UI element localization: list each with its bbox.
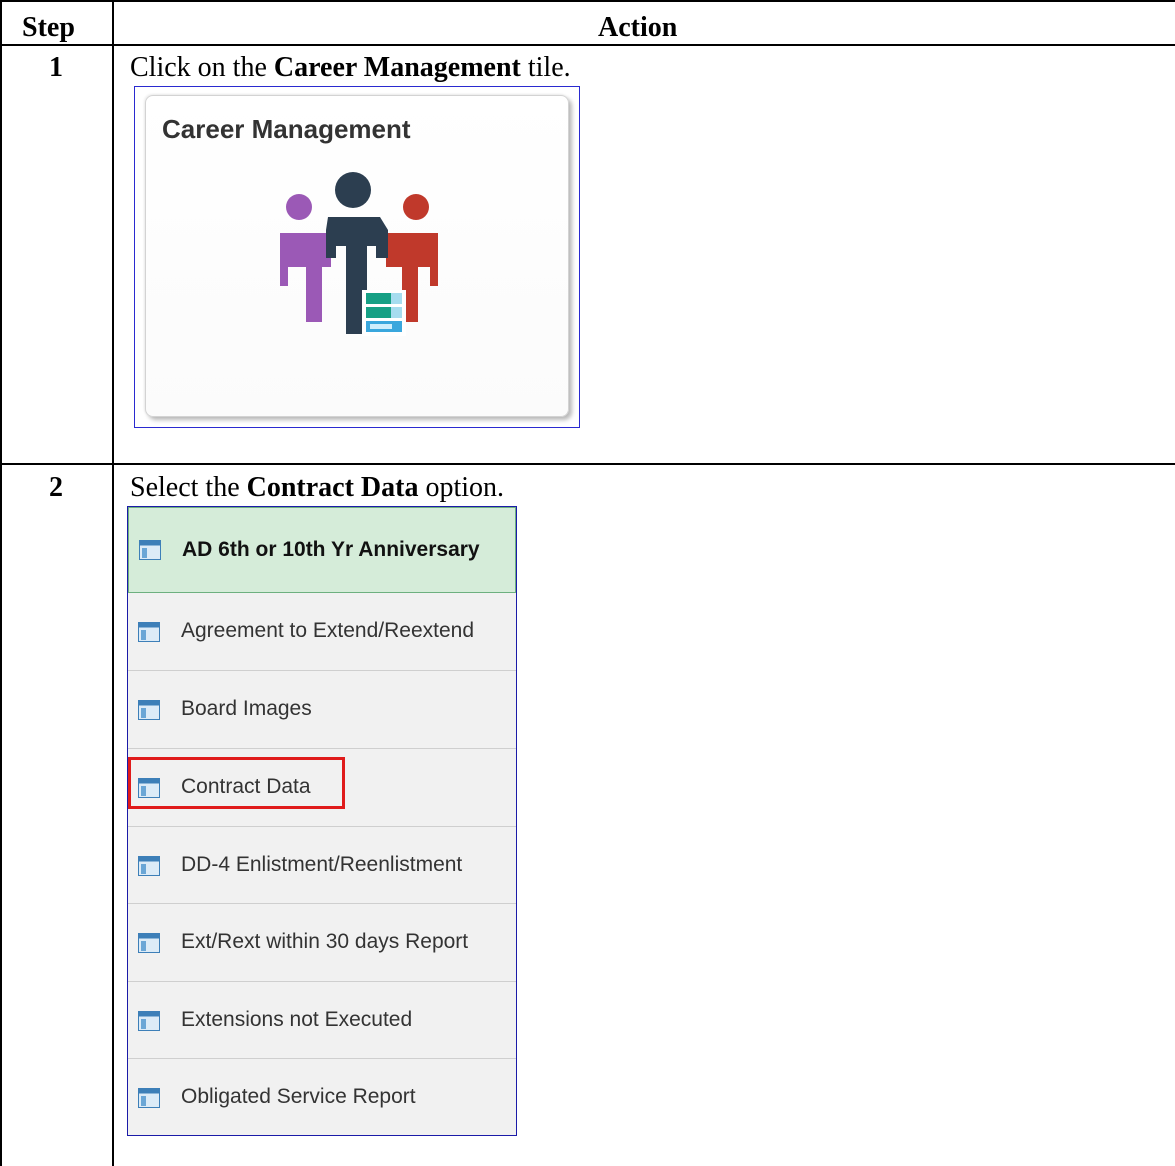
- instruction-emphasis: Career Management: [273, 52, 521, 83]
- menu-item-agreement-to-extend[interactable]: Agreement to Extend/Reextend: [128, 593, 516, 671]
- page-icon: [138, 1011, 160, 1031]
- instruction-text: Click on the: [130, 52, 274, 83]
- row-divider: [0, 463, 1175, 465]
- step-1-instruction: Click on the Career Management tile.: [130, 52, 571, 84]
- column-divider: [112, 0, 114, 1166]
- header-action: Action: [598, 12, 678, 43]
- menu-item-ext-rext-report[interactable]: Ext/Rext within 30 days Report: [128, 904, 516, 982]
- menu-item-extensions-not-executed[interactable]: Extensions not Executed: [128, 982, 516, 1059]
- menu-item-label: Board Images: [181, 697, 312, 720]
- menu-item-label: DD-4 Enlistment/Reenlistment: [181, 853, 463, 876]
- menu-item-obligated-service-report[interactable]: Obligated Service Report: [128, 1059, 516, 1135]
- menu-item-label: Ext/Rext within 30 days Report: [181, 930, 469, 953]
- instruction-text: option.: [418, 472, 505, 503]
- career-people-icon: [280, 172, 438, 336]
- page-icon: [138, 856, 160, 876]
- menu-item-label: AD 6th or 10th Yr Anniversary: [182, 538, 480, 561]
- instruction-text: tile.: [520, 52, 571, 83]
- instruction-text: Select the: [130, 472, 247, 503]
- instruction-emphasis: Contract Data: [246, 472, 419, 503]
- career-management-tile[interactable]: Career Management: [145, 95, 569, 417]
- career-management-menu: AD 6th or 10th Yr Anniversary Agreement …: [127, 506, 517, 1136]
- page-icon: [138, 1088, 160, 1108]
- tile-screenshot-frame: Career Management: [134, 86, 580, 428]
- table-border-top: [0, 0, 1175, 2]
- menu-item-ad-anniversary[interactable]: AD 6th or 10th Yr Anniversary: [128, 507, 516, 593]
- page-icon: [139, 540, 161, 560]
- page-icon: [138, 622, 160, 642]
- menu-item-board-images[interactable]: Board Images: [128, 671, 516, 749]
- menu-item-label: Extensions not Executed: [181, 1008, 413, 1031]
- step-2-instruction: Select the Contract Data option.: [130, 472, 504, 504]
- instruction-table: Step Action 1 Click on the Career Manage…: [0, 0, 1175, 1166]
- table-border-left: [0, 0, 2, 1166]
- header-row-divider: [0, 44, 1175, 46]
- step-number-2: 2: [49, 472, 63, 503]
- menu-item-dd4-enlistment[interactable]: DD-4 Enlistment/Reenlistment: [128, 827, 516, 904]
- menu-item-label: Obligated Service Report: [181, 1085, 416, 1108]
- step-number-1: 1: [49, 52, 63, 83]
- header-step: Step: [22, 12, 75, 43]
- page-icon: [138, 933, 160, 953]
- menu-item-label: Agreement to Extend/Reextend: [181, 619, 475, 642]
- page-icon: [138, 700, 160, 720]
- contract-data-highlight: [128, 757, 345, 809]
